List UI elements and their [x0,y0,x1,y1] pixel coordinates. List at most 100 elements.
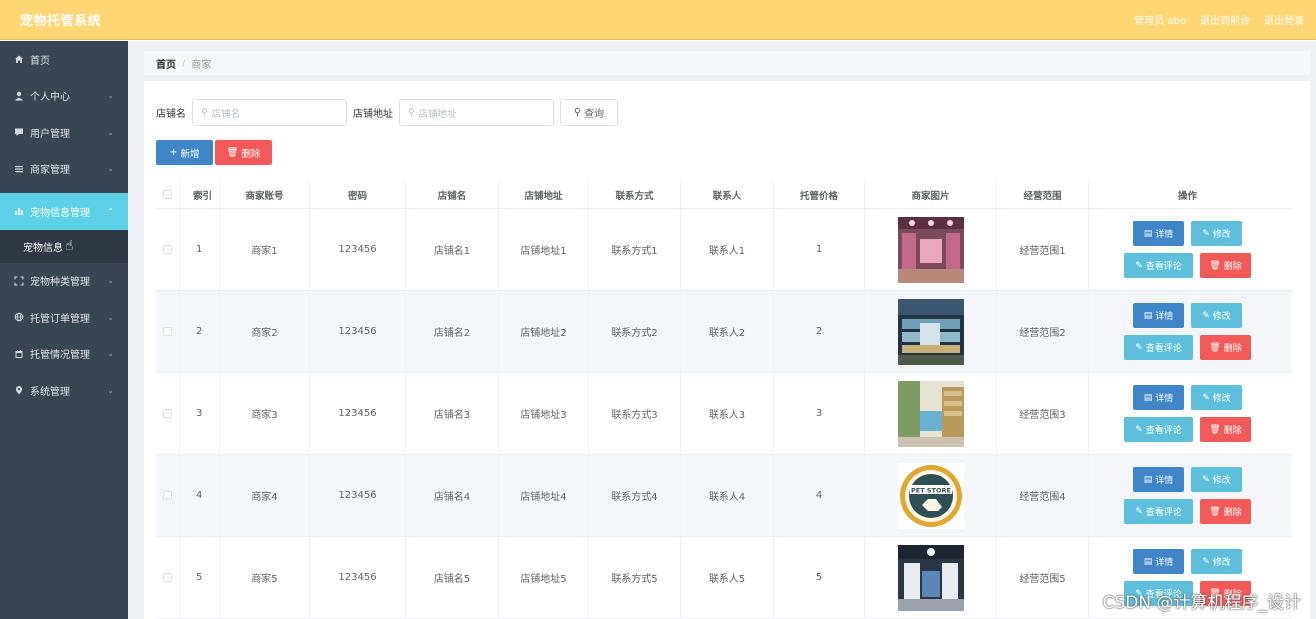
row-select-cell [156,537,180,618]
pencil-icon: ✎ [1202,310,1210,321]
sidebar-item-pet-types[interactable]: 宠物种类管理 ⌄ [0,263,128,300]
delete-button[interactable]: 🗑 删除 [1200,335,1251,360]
merchant-image[interactable] [897,380,964,447]
header-account: 商家账号 [220,181,310,208]
hand-cursor-icon: ☝ [65,238,74,254]
cell-image [865,373,997,454]
merchant-image[interactable]: PET STORE [897,462,964,529]
chevron-down-icon: ⌄ [107,312,114,322]
sidebar-item-system[interactable]: 系统管理 ⌄ [0,372,128,409]
cell-price: 2 [774,291,865,372]
row-checkbox[interactable] [163,573,172,582]
cell-account: 商家1 [220,209,310,290]
delete-button-label: 删除 [1223,344,1242,354]
location-icon [13,385,25,395]
cell-image [865,291,997,372]
table-row: 2 商家2 123456 店铺名2 店铺地址2 联系方式2 联系人2 2 经营范围2 ▤ 详情 ✎ 修改… [156,291,1292,373]
chevron-down-icon: ⌄ [107,127,114,137]
trash-icon: 🗑 [226,147,239,158]
sidebar-item-label: 商家管理 [30,165,70,177]
cell-person: 联系人4 [681,455,774,536]
row-checkbox[interactable] [163,245,172,254]
header-index: 索引 [180,181,220,208]
cell-account: 商家3 [220,373,310,454]
row-select-cell [156,209,180,290]
detail-button[interactable]: ▤ 详情 [1133,221,1184,246]
add-button[interactable]: + 新增 [156,140,213,165]
cell-shop-name: 店铺名2 [406,291,499,372]
edit-button[interactable]: ✎ 修改 [1191,467,1242,492]
edit-button[interactable]: ✎ 修改 [1191,303,1242,328]
breadcrumb-home[interactable]: 首页 [156,56,176,71]
home-icon [13,54,25,64]
merchant-table: 索引 商家账号 密码 店铺名 店铺地址 联系方式 联系人 托管价格 商家图片 经… [156,181,1292,619]
header-actions: 操作 [1177,190,1197,202]
delete-button[interactable]: 🗑 删除 [1200,417,1251,442]
table-body: 1 商家1 123456 店铺名1 店铺地址1 联系方式1 联系人1 1 经营范围1 ▤ 详情 ✎ 修改… [156,209,1292,619]
batch-delete-button[interactable]: 🗑 删除 [215,140,272,165]
cell-image [865,209,997,290]
sidebar-item-pet-info[interactable]: 宠物信息管理 ⌃ [0,193,128,230]
delete-button[interactable]: 🗑 删除 [1200,499,1251,524]
cell-contact: 联系方式4 [589,455,681,536]
table-header: 索引 商家账号 密码 店铺名 店铺地址 联系方式 联系人 托管价格 商家图片 经… [156,181,1292,209]
sidebar-item-home[interactable]: 首页 [0,41,128,78]
delete-button[interactable]: 🗑 删除 [1200,253,1251,278]
logout-link[interactable]: 退出登录 [1264,12,1304,27]
view-comments-button-label: 查看评论 [1145,262,1182,272]
edit-button[interactable]: ✎ 修改 [1191,549,1242,574]
cell-shop-address: 店铺地址5 [499,537,589,618]
merchant-image[interactable] [897,216,964,283]
cell-password: 123456 [310,455,406,536]
shop-name-input[interactable]: ⚲ 店铺名 [192,99,347,126]
sidebar-item-merchants[interactable]: 商家管理 ⌄ [0,151,128,188]
sidebar: 首页 个人中心 ⌄ 用户管理 ⌄ 商家管理 ⌄ 宠物信息管理 ⌃ 宠物信息 ☝ [0,41,128,619]
detail-button[interactable]: ▤ 详情 [1133,385,1184,410]
cell-contact: 联系方式1 [589,209,681,290]
search-button[interactable]: ⚲ 查询 [560,99,618,126]
edit-button[interactable]: ✎ 修改 [1191,221,1242,246]
view-comments-button[interactable]: ✎ 查看评论 [1124,417,1193,442]
sidebar-subitem-pet-info[interactable]: 宠物信息 ☝ [0,229,128,263]
cell-image: PET STORE [865,455,997,536]
edit-button-label: 修改 [1212,558,1231,568]
detail-button[interactable]: ▤ 详情 [1133,549,1184,574]
detail-button[interactable]: ▤ 详情 [1133,467,1184,492]
row-checkbox[interactable] [163,491,172,500]
view-comments-button-label: 查看评论 [1145,426,1182,436]
view-comments-button[interactable]: ✎ 查看评论 [1124,253,1193,278]
select-all-checkbox[interactable] [163,190,172,199]
row-checkbox[interactable] [163,409,172,418]
document-icon: ▤ [1143,392,1153,403]
header-image: 商家图片 [865,181,997,208]
cell-password: 123456 [310,291,406,372]
detail-button[interactable]: ▤ 详情 [1133,303,1184,328]
merchant-image[interactable] [897,298,964,365]
pencil-icon: ✎ [1135,424,1143,435]
frontend-link[interactable]: 退出到前台 [1200,12,1250,27]
sidebar-item-status[interactable]: 托管情况管理 ⌄ [0,336,128,373]
cell-price: 5 [774,537,865,618]
top-bar: 宠物托管系统 管理员 abo 退出到前台 退出登录 [0,0,1316,40]
cell-shop-address: 店铺地址2 [499,291,589,372]
cell-index: 1 [180,209,220,290]
header-shop-address: 店铺地址 [499,181,589,208]
shop-address-placeholder: 店铺地址 [418,108,457,120]
view-comments-button-label: 查看评论 [1145,344,1182,354]
row-checkbox[interactable] [163,327,172,336]
merchant-image[interactable] [897,544,964,611]
sidebar-item-profile[interactable]: 个人中心 ⌄ [0,78,128,115]
edit-button[interactable]: ✎ 修改 [1191,385,1242,410]
document-icon: ▤ [1143,228,1153,239]
view-comments-button[interactable]: ✎ 查看评论 [1124,335,1193,360]
chart-icon [13,206,25,216]
edit-button-label: 修改 [1212,230,1231,240]
detail-button-label: 详情 [1155,312,1174,322]
view-comments-button[interactable]: ✎ 查看评论 [1124,499,1193,524]
cell-account: 商家4 [220,455,310,536]
content-panel: 店铺名 ⚲ 店铺名 店铺地址 ⚲ 店铺地址 ⚲ 查询 + 新增 🗑 删除 索引 … [144,81,1310,619]
shop-address-input[interactable]: ⚲ 店铺地址 [399,99,554,126]
sidebar-item-orders[interactable]: 托管订单管理 ⌄ [0,299,128,336]
sidebar-item-users[interactable]: 用户管理 ⌄ [0,114,128,151]
cell-actions: ▤ 详情 ✎ 修改 ✎ 查看评论 🗑 删除 [1089,373,1286,454]
